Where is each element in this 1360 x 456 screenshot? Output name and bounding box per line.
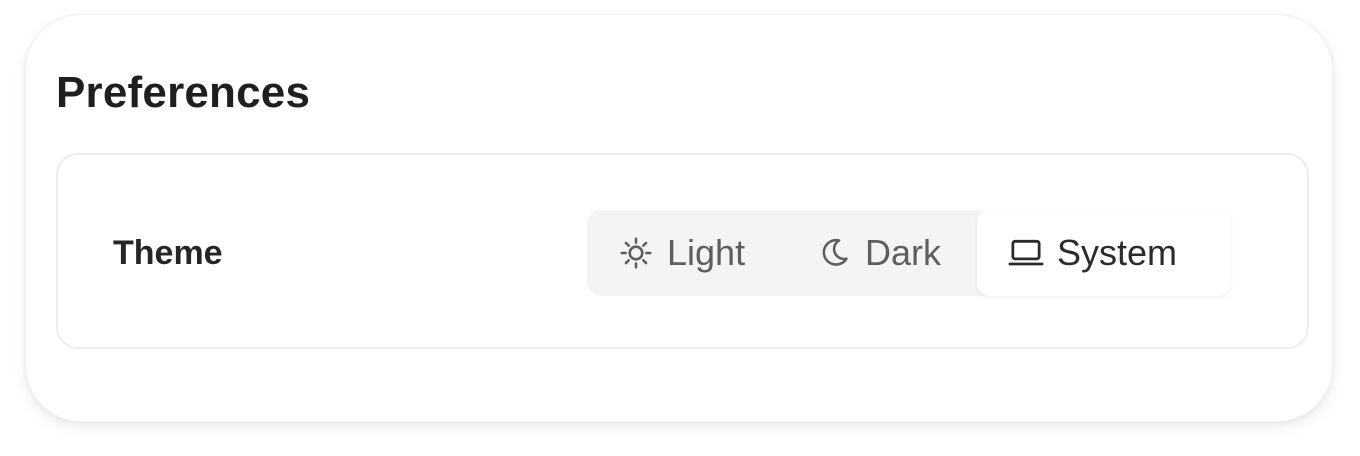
theme-segmented-control: Light Dark System — [587, 210, 1231, 296]
theme-option-system[interactable]: System — [977, 210, 1231, 296]
preferences-card: Preferences Theme Light Dark System — [25, 14, 1333, 422]
theme-option-light-label: Light — [667, 232, 746, 273]
sun-icon — [617, 234, 655, 272]
page-title: Preferences — [56, 68, 311, 117]
theme-option-system-label: System — [1057, 232, 1178, 273]
theme-setting-row: Theme Light Dark System — [56, 153, 1309, 349]
theme-label: Theme — [113, 234, 223, 272]
theme-option-dark[interactable]: Dark — [815, 210, 941, 296]
theme-option-light[interactable]: Light — [617, 210, 745, 296]
theme-option-dark-label: Dark — [865, 232, 942, 273]
moon-icon — [815, 234, 853, 272]
laptop-icon — [1007, 234, 1045, 272]
